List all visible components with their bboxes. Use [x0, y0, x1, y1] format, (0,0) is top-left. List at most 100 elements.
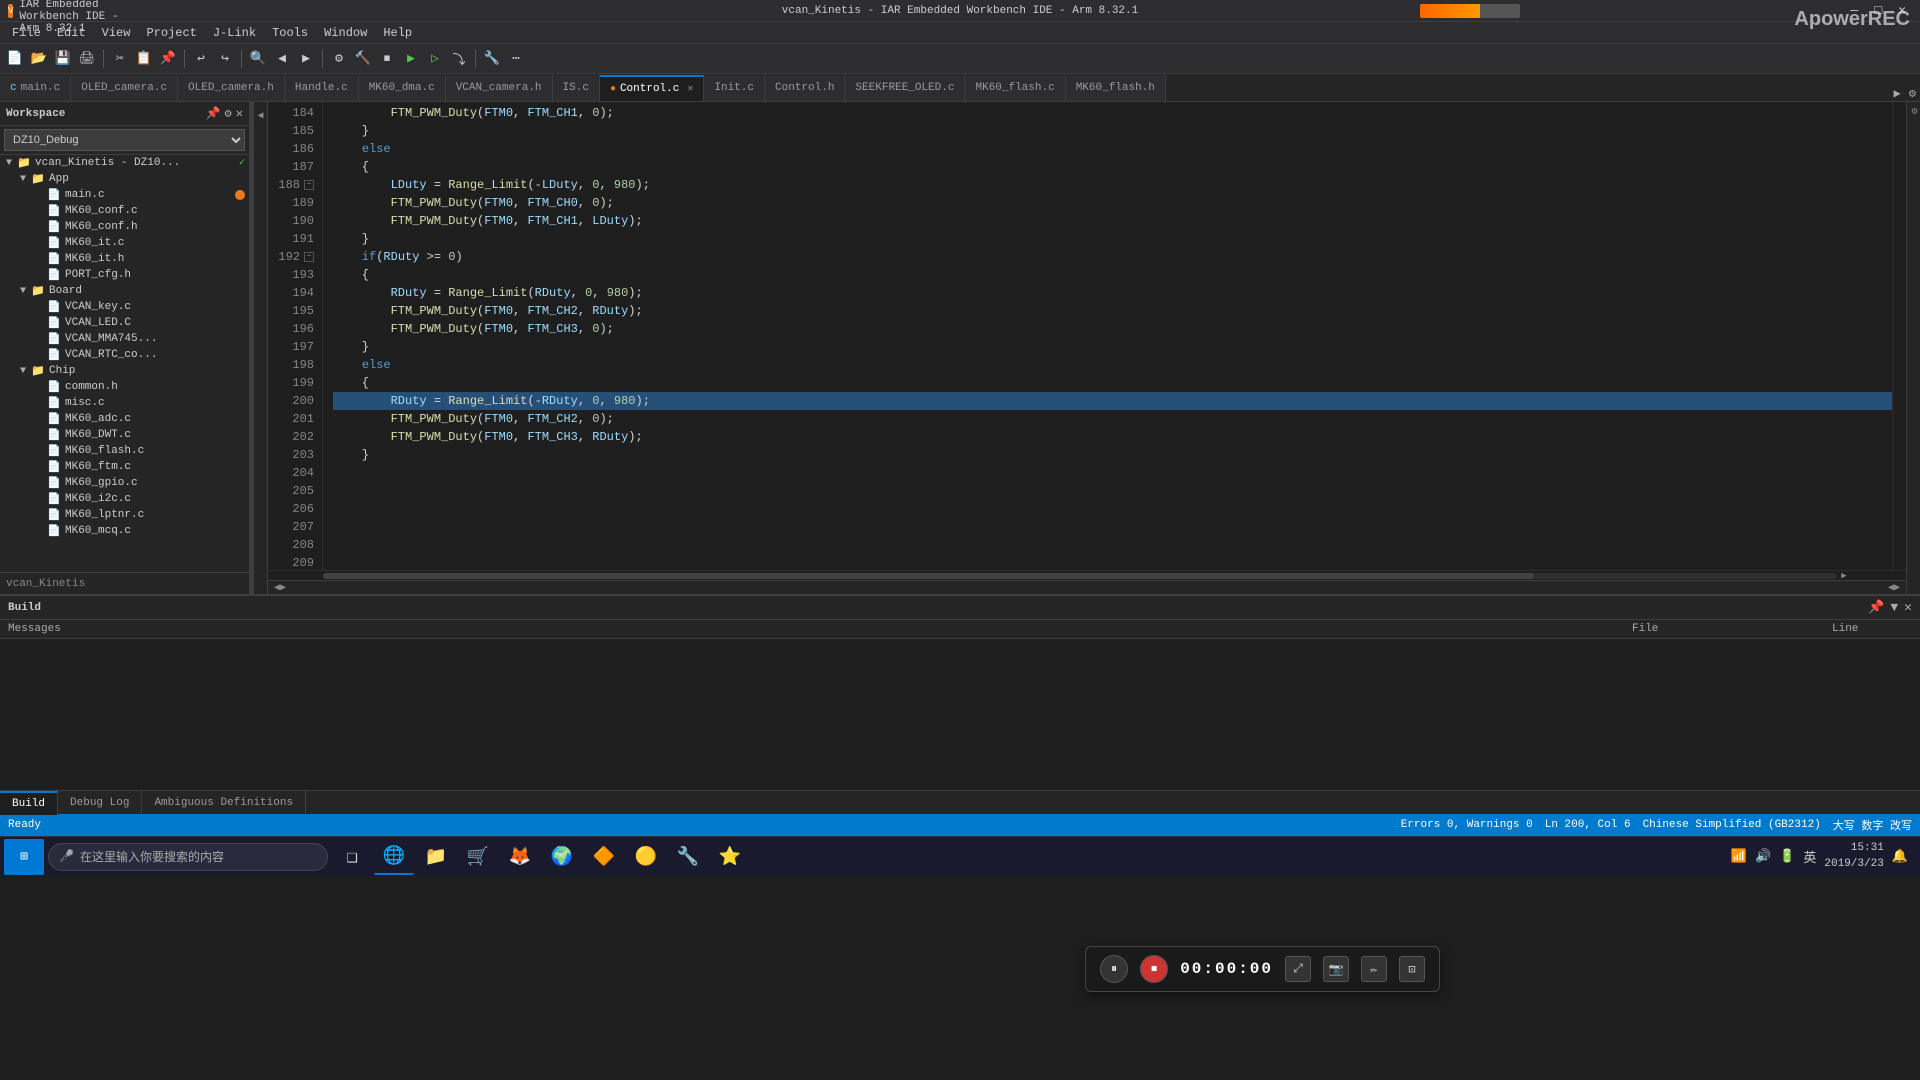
sidebar-collapse[interactable]: ◀ [254, 102, 268, 594]
tab-init-c[interactable]: Init.c [704, 75, 765, 101]
tree-mk60-i2c[interactable]: 📄 MK60_i2c.c [0, 491, 249, 507]
toolbar-new[interactable]: 📄 [4, 48, 26, 70]
toolbar-cut[interactable]: ✂ [109, 48, 131, 70]
tree-mk60-conf-c[interactable]: 📄 MK60_conf.c [0, 203, 249, 219]
bottom-panel-close[interactable]: ✕ [1904, 600, 1912, 615]
tab-handle-c[interactable]: Handle.c [285, 75, 359, 101]
taskbar-volume[interactable]: 🔊 [1755, 849, 1771, 864]
workspace-settings[interactable]: ⚙ [225, 106, 232, 121]
menu-window[interactable]: Window [316, 24, 375, 42]
taskbar-app9[interactable]: 🔧 [668, 839, 708, 875]
tree-mk60-lptmr[interactable]: 📄 MK60_lptnr.c [0, 507, 249, 523]
toolbar-fwd[interactable]: ▶ [295, 48, 317, 70]
workspace-close[interactable]: ✕ [236, 106, 243, 121]
tree-vcan-led[interactable]: 📄 VCAN_LED.C [0, 315, 249, 331]
tree-vcan-mma[interactable]: 📄 VCAN_MMA745... [0, 331, 249, 347]
rec-pause-button[interactable]: ⏸ [1100, 955, 1128, 983]
editor-scrollbar[interactable] [1892, 102, 1906, 570]
bottom-tab-ambiguous[interactable]: Ambiguous Definitions [142, 791, 306, 815]
tree-vcan-key[interactable]: 📄 VCAN_key.c [0, 299, 249, 315]
taskbar-app8[interactable]: 🟡 [626, 839, 666, 875]
toolbar-chip[interactable]: 🔧 [481, 48, 503, 70]
menu-jlink[interactable]: J-Link [205, 24, 264, 42]
right-panel-toggle[interactable]: ⚙ [1908, 106, 1919, 117]
fold-192[interactable]: − [304, 252, 314, 262]
hscrollbar-track[interactable] [323, 573, 1837, 579]
right-panel[interactable]: ⚙ [1906, 102, 1920, 594]
toolbar-redo[interactable]: ↪ [214, 48, 236, 70]
taskbar-app10[interactable]: ⭐ [710, 839, 750, 875]
tab-control-c[interactable]: ● Control.c ✕ [600, 75, 704, 101]
menu-edit[interactable]: Edit [49, 24, 94, 42]
tab-close-control-c[interactable]: ✕ [687, 83, 693, 95]
rec-settings-btn[interactable]: ⊡ [1399, 956, 1425, 982]
taskbar-clock[interactable]: 15:31 2019/3/23 [1824, 841, 1883, 872]
taskbar-lang[interactable]: 英 [1803, 847, 1816, 866]
taskbar-explorer[interactable]: 📁 [416, 839, 456, 875]
menu-help[interactable]: Help [375, 24, 420, 42]
toolbar-save[interactable]: 💾 [52, 48, 74, 70]
tab-mk60-flash-h[interactable]: MK60_flash.h [1066, 75, 1166, 101]
toolbar-find[interactable]: 🔍 [247, 48, 269, 70]
menu-project[interactable]: Project [138, 24, 204, 42]
taskbar-search[interactable]: 🎤 在这里输入你要搜索的内容 [48, 843, 328, 871]
tab-settings[interactable]: ⚙ [1909, 86, 1916, 101]
tree-mk60-adc[interactable]: 📄 MK60_adc.c [0, 411, 249, 427]
tree-board-folder[interactable]: ▼ 📁 Board [0, 283, 249, 299]
taskbar-taskview[interactable]: ❑ [332, 839, 372, 875]
toolbar-compile[interactable]: ⚙ [328, 48, 350, 70]
tab-oled-camera-c[interactable]: OLED_camera.c [71, 75, 178, 101]
taskbar-app7[interactable]: 🔶 [584, 839, 624, 875]
toolbar-copy[interactable]: 📋 [133, 48, 155, 70]
menu-file[interactable]: File [4, 24, 49, 42]
rec-camera-btn[interactable]: 📷 [1323, 956, 1349, 982]
expand-left-icon[interactable]: ◀▶ [274, 582, 286, 594]
taskbar-network[interactable]: 📶 [1731, 849, 1747, 864]
hscrollbar-thumb[interactable] [323, 573, 1534, 579]
tree-mk60-it-c[interactable]: 📄 MK60_it.c [0, 235, 249, 251]
taskbar-firefox[interactable]: 🦊 [500, 839, 540, 875]
tree-mk60-mcq[interactable]: 📄 MK60_mcq.c [0, 523, 249, 539]
tree-common-h[interactable]: 📄 common.h [0, 379, 249, 395]
bottom-panel-pin[interactable]: 📌 [1868, 600, 1884, 615]
collapse-icon[interactable]: ◀ [257, 110, 263, 122]
tree-mk60-ftm[interactable]: 📄 MK60_ftm.c [0, 459, 249, 475]
tree-mk60-flash-c[interactable]: 📄 MK60_flash.c [0, 443, 249, 459]
tab-seekfree-oled[interactable]: SEEKFREE_OLED.c [845, 75, 965, 101]
tree-app-folder[interactable]: ▼ 📁 App [0, 171, 249, 187]
rec-stop-button[interactable]: ⏹ [1140, 955, 1168, 983]
tree-mk60-conf-h[interactable]: 📄 MK60_conf.h [0, 219, 249, 235]
toolbar-build[interactable]: 🔨 [352, 48, 374, 70]
fold-188[interactable]: − [304, 180, 314, 190]
tree-port-cfg-h[interactable]: 📄 PORT_cfg.h [0, 267, 249, 283]
workspace-config-select[interactable]: DZ10_Debug [4, 129, 245, 151]
tab-mk60-flash-c[interactable]: MK60_flash.c [965, 75, 1065, 101]
expand-right-icon[interactable]: ◀▶ [1888, 582, 1900, 594]
taskbar-battery[interactable]: 🔋 [1779, 849, 1795, 864]
toolbar-step-over[interactable]: ⤵ [448, 48, 470, 70]
tree-mk60-gpio[interactable]: 📄 MK60_gpio.c [0, 475, 249, 491]
rec-pen-btn[interactable]: ✏ [1361, 956, 1387, 982]
toolbar-download-run[interactable]: ▶ [400, 48, 422, 70]
tree-main-c[interactable]: 📄 main.c [0, 187, 249, 203]
taskbar-store[interactable]: 🛒 [458, 839, 498, 875]
bottom-tab-build[interactable]: Build [0, 791, 58, 815]
taskbar-edge[interactable]: 🌐 [374, 839, 414, 875]
tab-vcan-camera-h[interactable]: VCAN_camera.h [446, 75, 553, 101]
toolbar-run[interactable]: ▷ [424, 48, 446, 70]
tab-control-h[interactable]: Control.h [765, 75, 845, 101]
toolbar-print[interactable]: 🖨 [76, 48, 98, 70]
tree-mk60-dwt[interactable]: 📄 MK60_DWT.c [0, 427, 249, 443]
tab-oled-camera-h[interactable]: OLED_camera.h [178, 75, 285, 101]
tree-root[interactable]: ▼ 📁 vcan_Kinetis - DZ10... ✓ [0, 155, 249, 171]
taskbar-notification[interactable]: 🔔 [1892, 849, 1908, 864]
workspace-pin[interactable]: 📌 [206, 106, 221, 121]
toolbar-back[interactable]: ◀ [271, 48, 293, 70]
toolbar-undo[interactable]: ↩ [190, 48, 212, 70]
toolbar-paste[interactable]: 📌 [157, 48, 179, 70]
tab-is-c[interactable]: IS.c [553, 75, 600, 101]
toolbar-stop[interactable]: ⏹ [376, 48, 398, 70]
tree-vcan-rtc[interactable]: 📄 VCAN_RTC_co... [0, 347, 249, 363]
bottom-tab-debug-log[interactable]: Debug Log [58, 791, 142, 815]
menu-view[interactable]: View [94, 24, 139, 42]
